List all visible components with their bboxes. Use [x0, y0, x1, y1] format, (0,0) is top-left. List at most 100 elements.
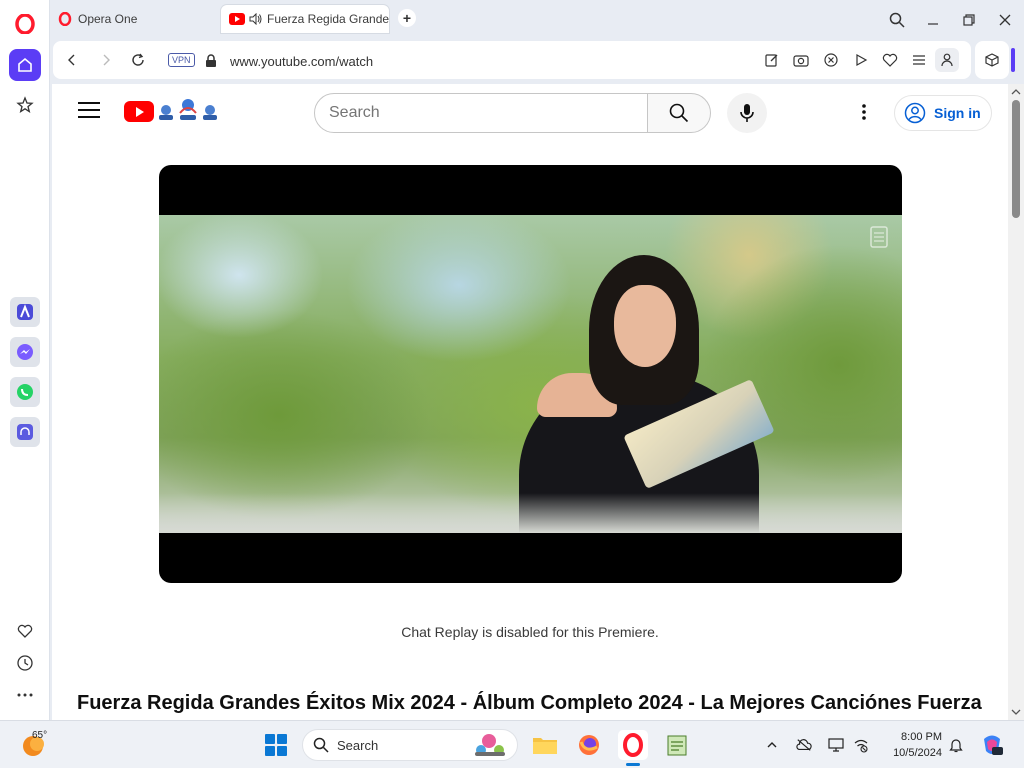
- tab-opera-one[interactable]: Opera One: [50, 5, 218, 33]
- display-button[interactable]: [828, 737, 844, 753]
- network-button[interactable]: [853, 737, 869, 753]
- messenger-button[interactable]: [10, 337, 40, 367]
- url-text[interactable]: www.youtube.com/watch: [230, 54, 373, 69]
- file-explorer-button[interactable]: [530, 730, 560, 760]
- search-input[interactable]: [329, 94, 639, 132]
- video-player[interactable]: [159, 165, 902, 583]
- clock-time: 8:00 PM: [901, 731, 942, 743]
- play-icon: [136, 106, 144, 117]
- more-horizontal-icon: [17, 693, 33, 697]
- aria-button[interactable]: [10, 297, 40, 327]
- profile-button[interactable]: [935, 48, 959, 72]
- close-icon: [999, 14, 1011, 26]
- firefox-icon: [579, 735, 599, 755]
- tab-search-button[interactable]: [887, 10, 907, 30]
- extensions-button[interactable]: [975, 41, 1009, 79]
- minimize-button[interactable]: [923, 10, 943, 30]
- show-hidden-icons-button[interactable]: [764, 737, 780, 753]
- camera-icon: [793, 55, 809, 67]
- copilot-icon: [984, 735, 1003, 755]
- home-icon: [18, 57, 32, 72]
- channel-watermark-icon: [870, 226, 888, 248]
- speaker-icon[interactable]: [249, 13, 263, 25]
- forward-button[interactable]: [97, 51, 115, 69]
- onedrive-button[interactable]: [796, 737, 812, 753]
- person-icon: [941, 53, 953, 67]
- taskbar-search[interactable]: Search: [302, 729, 518, 761]
- bell-icon: [949, 739, 963, 753]
- adblock-button[interactable]: [823, 52, 839, 68]
- tab-label: Fuerza Regida Grande: [267, 12, 389, 26]
- snapshot-button[interactable]: [793, 52, 809, 68]
- sidebar-indicator: [1011, 48, 1015, 72]
- youtube-doodle-icon[interactable]: [156, 97, 220, 123]
- favorites-button[interactable]: [9, 615, 41, 647]
- address-bar: VPN www.youtube.com/watch: [53, 41, 971, 79]
- heart-icon: [17, 624, 33, 638]
- video-subject-face: [614, 285, 676, 367]
- clock-icon: [17, 655, 33, 671]
- whatsapp-button[interactable]: [10, 377, 40, 407]
- sign-in-label: Sign in: [934, 105, 981, 121]
- home-button[interactable]: [9, 49, 41, 81]
- guide-menu-button[interactable]: [78, 102, 100, 122]
- address-bar-area: VPN www.youtube.com/watch: [50, 40, 1024, 82]
- reload-button[interactable]: [129, 51, 147, 69]
- page-scrollbar[interactable]: [1008, 84, 1024, 720]
- menu-icon-bar: [78, 109, 100, 111]
- web-page: Sign in Chat Replay is disabled for this…: [52, 84, 1008, 720]
- heart-icon: [882, 53, 898, 67]
- opera-menu-button[interactable]: [9, 8, 41, 40]
- windows-logo-pane: [277, 734, 287, 744]
- minimize-icon: [928, 23, 938, 25]
- ad-blocker-icon: [824, 53, 838, 67]
- clock-date: 10/5/2024: [893, 747, 942, 759]
- easy-setup-button[interactable]: [911, 52, 927, 68]
- edit-button[interactable]: [764, 52, 780, 68]
- close-window-button[interactable]: [995, 10, 1015, 30]
- add-bookmark-button[interactable]: [882, 52, 898, 68]
- voice-search-button[interactable]: [727, 93, 767, 133]
- folder-icon: [533, 738, 557, 754]
- settings-more-button[interactable]: [852, 100, 876, 124]
- opera-logo-icon: [15, 14, 35, 34]
- youtube-logo[interactable]: [124, 101, 154, 122]
- back-button[interactable]: [63, 51, 81, 69]
- copilot-button[interactable]: [980, 733, 1004, 757]
- restore-button[interactable]: [959, 10, 979, 30]
- new-tab-button[interactable]: +: [398, 9, 416, 27]
- account-circle-icon: [904, 102, 926, 124]
- taskbar-search-label: Search: [337, 737, 379, 753]
- player-button[interactable]: [853, 52, 869, 68]
- scroll-up-icon[interactable]: [1008, 86, 1024, 98]
- opera-icon: [58, 12, 72, 26]
- sign-in-button[interactable]: Sign in: [894, 95, 992, 131]
- search-box: [314, 93, 648, 133]
- vpn-badge[interactable]: VPN: [168, 53, 195, 67]
- sidebar-more-button[interactable]: [9, 679, 41, 711]
- network-disconnected-icon: [854, 739, 868, 753]
- opera-taskbar-button[interactable]: [618, 730, 648, 760]
- notes-app-button[interactable]: [662, 730, 692, 760]
- scroll-down-icon[interactable]: [1008, 706, 1024, 718]
- music-player-button[interactable]: [10, 417, 40, 447]
- chat-replay-notice: Chat Replay is disabled for this Premier…: [401, 624, 659, 640]
- search-icon: [889, 12, 905, 28]
- youtube-icon: [229, 13, 245, 25]
- cloud-offline-icon: [796, 739, 812, 751]
- tab-youtube[interactable]: Fuerza Regida Grande: [221, 5, 389, 33]
- firefox-button[interactable]: [574, 730, 604, 760]
- scroll-thumb[interactable]: [1012, 100, 1020, 218]
- notifications-button[interactable]: [948, 737, 964, 753]
- system-clock[interactable]: 8:00 PM 10/5/2024: [884, 729, 942, 761]
- lock-icon: [206, 54, 216, 67]
- bookmarks-button[interactable]: [9, 89, 41, 121]
- opera-sidebar: [0, 0, 50, 720]
- active-app-indicator: [626, 763, 640, 766]
- whatsapp-icon: [17, 384, 33, 400]
- search-button[interactable]: [647, 93, 711, 133]
- chevron-up-icon: [767, 742, 777, 748]
- history-button[interactable]: [9, 647, 41, 679]
- site-info-button[interactable]: [202, 52, 220, 70]
- start-button[interactable]: [265, 734, 287, 756]
